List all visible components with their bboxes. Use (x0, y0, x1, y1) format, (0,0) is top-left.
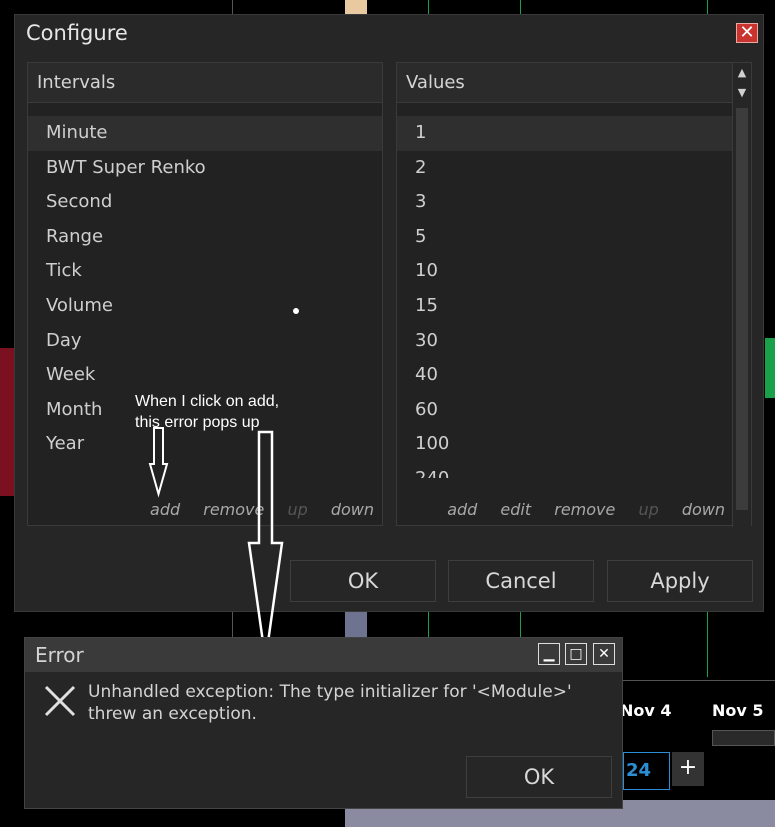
list-item[interactable]: 60 (397, 393, 733, 428)
date-label: Nov 4 (620, 701, 672, 720)
axis-line (623, 680, 775, 681)
error-title: Error (35, 643, 84, 667)
chart-candle (765, 338, 775, 398)
configure-dialog: Configure ✕ Intervals Minute BWT Super R… (14, 14, 764, 612)
ok-button[interactable]: OK (290, 560, 436, 602)
list-item[interactable]: 10 (397, 254, 733, 289)
values-scrollbar[interactable]: ▲ ▼ (732, 63, 751, 527)
list-item[interactable]: 5 (397, 220, 733, 255)
list-item[interactable]: 30 (397, 324, 733, 359)
timeline-scrollbar[interactable] (712, 730, 775, 746)
date-label: Nov 5 (712, 701, 764, 720)
minimize-button[interactable]: ▁ (538, 643, 560, 665)
maximize-icon: □ (569, 646, 583, 662)
error-close-button[interactable]: ✕ (593, 643, 615, 665)
list-item[interactable]: Week (28, 358, 382, 393)
interval-down-link[interactable]: down (331, 500, 374, 519)
list-item[interactable]: 100 (397, 427, 733, 462)
values-header: Values (397, 63, 733, 103)
annotation-line: When I click on add, (135, 393, 280, 410)
list-item[interactable]: Day (28, 324, 382, 359)
annotation-text: When I click on add, this error pops up (135, 391, 279, 433)
dialog-title: Configure (26, 21, 128, 45)
list-item[interactable]: Tick (28, 254, 382, 289)
value-edit-link[interactable]: edit (500, 500, 531, 519)
grid-line (707, 0, 708, 14)
intervals-header: Intervals (28, 63, 382, 103)
error-x-icon (44, 685, 76, 717)
list-item[interactable]: Range (28, 220, 382, 255)
chevron-down-icon[interactable]: ▼ (733, 83, 751, 103)
interval-add-link[interactable]: add (150, 500, 180, 519)
close-icon: ✕ (739, 22, 755, 43)
list-item[interactable]: 40 (397, 358, 733, 393)
values-actions: add edit remove up down (429, 500, 725, 519)
interval-up-link[interactable]: up (287, 500, 307, 519)
list-item[interactable]: Minute (28, 116, 382, 151)
value-add-link[interactable]: add (447, 500, 477, 519)
grid-line (707, 612, 708, 677)
scroll-thumb[interactable] (736, 108, 748, 510)
apply-button[interactable]: Apply (607, 560, 753, 602)
value-up-link[interactable]: up (638, 500, 658, 519)
grid-line (232, 0, 233, 14)
list-item[interactable]: 240 (397, 462, 733, 478)
chevron-up-icon[interactable]: ▲ (733, 63, 751, 83)
close-icon: ✕ (598, 646, 610, 662)
chart-image-fragment (345, 0, 367, 14)
values-panel: Values 1 2 3 5 10 15 30 40 60 100 240 ▲ … (396, 62, 752, 527)
list-item[interactable]: 15 (397, 289, 733, 324)
list-item[interactable]: Second (28, 185, 382, 220)
maximize-button[interactable]: □ (565, 643, 587, 665)
chart-tab[interactable]: 24 (623, 752, 670, 790)
grid-line (428, 612, 429, 637)
value-down-link[interactable]: down (682, 500, 725, 519)
annotation-line: this error pops up (135, 414, 260, 431)
cancel-button[interactable]: Cancel (448, 560, 594, 602)
intervals-actions: add remove up down (132, 500, 374, 519)
error-dialog: Error ▁ □ ✕ Unhandled exception: The typ… (24, 637, 623, 809)
list-item[interactable]: BWT Super Renko (28, 151, 382, 186)
error-ok-button[interactable]: OK (466, 756, 612, 798)
list-item[interactable]: 3 (397, 185, 733, 220)
grid-line (520, 0, 521, 14)
chart-candle (0, 348, 14, 496)
close-button[interactable]: ✕ (736, 23, 758, 43)
add-tab-button[interactable]: + (672, 752, 704, 786)
minimize-icon: ▁ (543, 646, 555, 662)
chart-image-fragment (345, 612, 367, 637)
list-item[interactable]: 2 (397, 151, 733, 186)
grid-line (428, 0, 429, 14)
error-message: Unhandled exception: The type initialize… (88, 682, 572, 724)
value-remove-link[interactable]: remove (554, 500, 615, 519)
list-item[interactable]: 1 (397, 116, 733, 151)
grid-line (520, 612, 521, 637)
intervals-panel: Intervals Minute BWT Super Renko Second … (27, 62, 383, 526)
list-item[interactable]: Volume (28, 289, 382, 324)
grid-line (232, 612, 233, 637)
error-title-bar: Error ▁ □ ✕ (25, 638, 622, 672)
values-list: 1 2 3 5 10 15 30 40 60 100 240 (397, 116, 733, 478)
interval-remove-link[interactable]: remove (203, 500, 264, 519)
